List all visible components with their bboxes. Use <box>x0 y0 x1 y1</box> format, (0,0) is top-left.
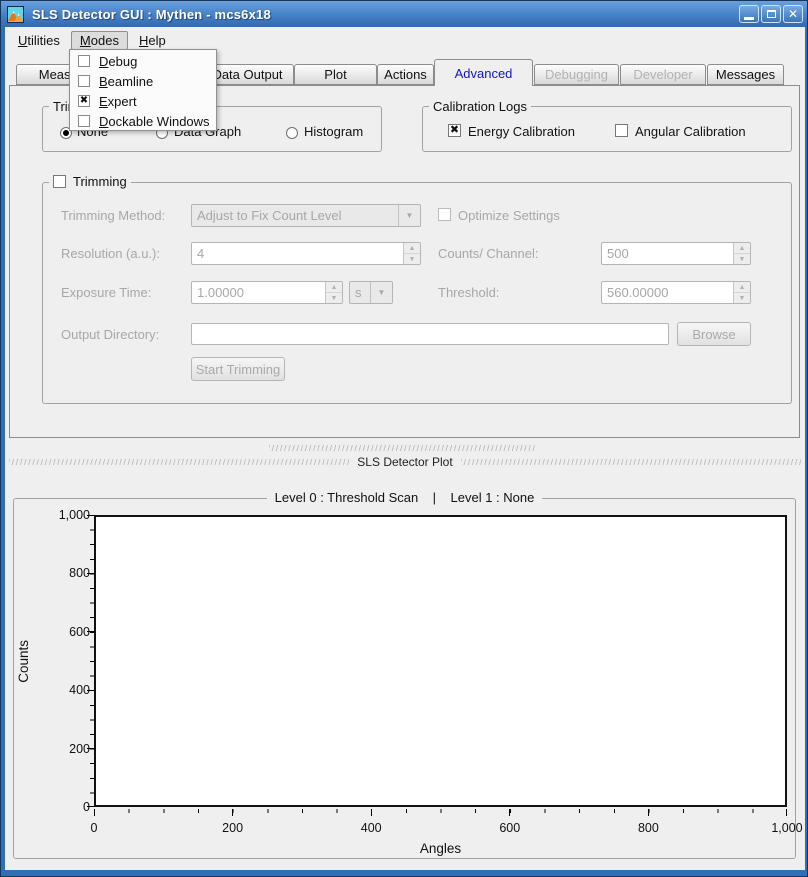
app-window: SLS Detector GUI : Mythen - mcs6x18 ✕ Ut… <box>0 0 808 877</box>
radio-histogram[interactable] <box>286 127 298 139</box>
dropdown-arrow-icon: ▼ <box>370 282 392 303</box>
minimize-icon <box>744 17 754 20</box>
trimming-checkbox[interactable] <box>53 175 66 188</box>
tab-debugging: Debugging <box>534 64 619 85</box>
tab-actions[interactable]: Actions <box>377 64 434 85</box>
menu-item-beamline-label: Beamline <box>99 74 153 89</box>
tab-messages[interactable]: Messages <box>707 64 784 85</box>
menu-item-expert-label: Expert <box>99 94 137 109</box>
menu-help[interactable]: Help <box>130 31 175 50</box>
maximize-icon <box>767 10 776 18</box>
y-axis-title: Counts <box>16 515 31 807</box>
resolution-value: 4 <box>192 246 403 261</box>
energy-calibration-label[interactable]: Energy Calibration <box>468 124 575 139</box>
exposure-time-spinbox: 1.00000 ▲▼ <box>191 281 343 304</box>
optimize-settings-label: Optimize Settings <box>458 208 560 223</box>
menu-utilities[interactable]: Utilities <box>9 31 69 50</box>
checkbox-icon <box>78 115 90 127</box>
trimming-method-value: Adjust to Fix Count Level <box>192 208 398 223</box>
menu-item-debug-label: Debug <box>99 54 137 69</box>
title-bar[interactable]: SLS Detector GUI : Mythen - mcs6x18 ✕ <box>1 1 807 27</box>
start-trimming-button: Start Trimming <box>191 357 285 381</box>
angular-calibration-label[interactable]: Angular Calibration <box>635 124 746 139</box>
checkbox-checked-icon: ✖ <box>78 95 90 107</box>
exposure-time-label: Exposure Time: <box>61 285 151 300</box>
window-title: SLS Detector GUI : Mythen - mcs6x18 <box>32 7 271 22</box>
exposure-unit-combo: s ▼ <box>349 281 393 304</box>
angular-calibration-checkbox[interactable] <box>615 124 628 137</box>
energy-calibration-checkbox[interactable]: ✖ <box>448 124 461 137</box>
tab-plot[interactable]: Plot <box>294 64 377 85</box>
counts-channel-value: 500 <box>602 246 733 261</box>
checkbox-icon <box>78 75 90 87</box>
threshold-value: 560.00000 <box>602 285 733 300</box>
spin-arrows-icon: ▲▼ <box>733 282 750 303</box>
x-axis-title: Angles <box>94 841 787 856</box>
splitter-handle[interactable] <box>269 445 535 451</box>
spin-arrows-icon: ▲▼ <box>733 243 750 264</box>
output-directory-label: Output Directory: <box>61 327 159 342</box>
scan-levels-title: Level 0 : Threshold Scan | Level 1 : Non… <box>14 490 795 505</box>
plot-group: Level 0 : Threshold Scan | Level 1 : Non… <box>13 498 796 859</box>
trimming-group-title: Trimming <box>49 174 131 189</box>
dock-title: SLS Detector Plot <box>1 455 808 469</box>
resolution-spinbox: 4 ▲▼ <box>191 242 421 265</box>
x-tick-labels: 02004006008001,000 <box>94 821 787 835</box>
calibration-logs-title: Calibration Logs <box>429 99 531 114</box>
y-tick-labels: 1,0008006004002000 <box>32 515 90 807</box>
tab-developer: Developer <box>620 64 706 85</box>
close-button[interactable]: ✕ <box>783 5 803 23</box>
optimize-settings-checkbox <box>438 208 451 221</box>
spin-arrows-icon: ▲▼ <box>403 243 420 264</box>
minimize-button[interactable] <box>739 5 759 23</box>
exposure-time-value: 1.00000 <box>192 285 325 300</box>
trimming-method-label: Trimming Method: <box>61 208 165 223</box>
exposure-unit-value: s <box>350 285 370 300</box>
modes-menu-popup: Debug Beamline ✖ Expert Dockable Windows <box>69 49 217 131</box>
app-logo-icon <box>7 6 24 23</box>
advanced-tab-pane: Trimming Plot None Data Graph Histogram … <box>9 85 800 438</box>
trimming-method-combo: Adjust to Fix Count Level ▼ <box>191 204 421 227</box>
plot-canvas[interactable] <box>94 515 787 807</box>
spin-arrows-icon: ▲▼ <box>325 282 342 303</box>
menu-item-dockable-windows-label: Dockable Windows <box>99 114 210 129</box>
menu-item-expert[interactable]: ✖ Expert <box>70 91 216 111</box>
trimming-label: Trimming <box>73 174 127 189</box>
tab-advanced[interactable]: Advanced <box>434 59 533 86</box>
trimming-group: Trimming Trimming Method: Adjust to Fix … <box>42 182 792 404</box>
browse-button: Browse <box>677 322 751 346</box>
counts-channel-spinbox: 500 ▲▼ <box>601 242 751 265</box>
counts-channel-label: Counts/ Channel: <box>438 246 538 261</box>
x-major-ticks <box>94 809 787 816</box>
radio-histogram-label[interactable]: Histogram <box>304 124 363 139</box>
menu-item-dockable-windows[interactable]: Dockable Windows <box>70 111 216 131</box>
dropdown-arrow-icon: ▼ <box>398 205 420 226</box>
checkbox-icon <box>78 55 90 67</box>
calibration-logs-group: Calibration Logs ✖ Energy Calibration An… <box>422 106 792 152</box>
menu-item-debug[interactable]: Debug <box>70 51 216 71</box>
output-directory-input <box>191 323 669 345</box>
close-icon: ✕ <box>788 7 798 21</box>
menu-modes[interactable]: Modes <box>71 31 128 50</box>
resolution-label: Resolution (a.u.): <box>61 246 160 261</box>
threshold-spinbox: 560.00000 ▲▼ <box>601 281 751 304</box>
menu-item-beamline[interactable]: Beamline <box>70 71 216 91</box>
threshold-label: Threshold: <box>438 285 499 300</box>
maximize-button[interactable] <box>761 5 781 23</box>
